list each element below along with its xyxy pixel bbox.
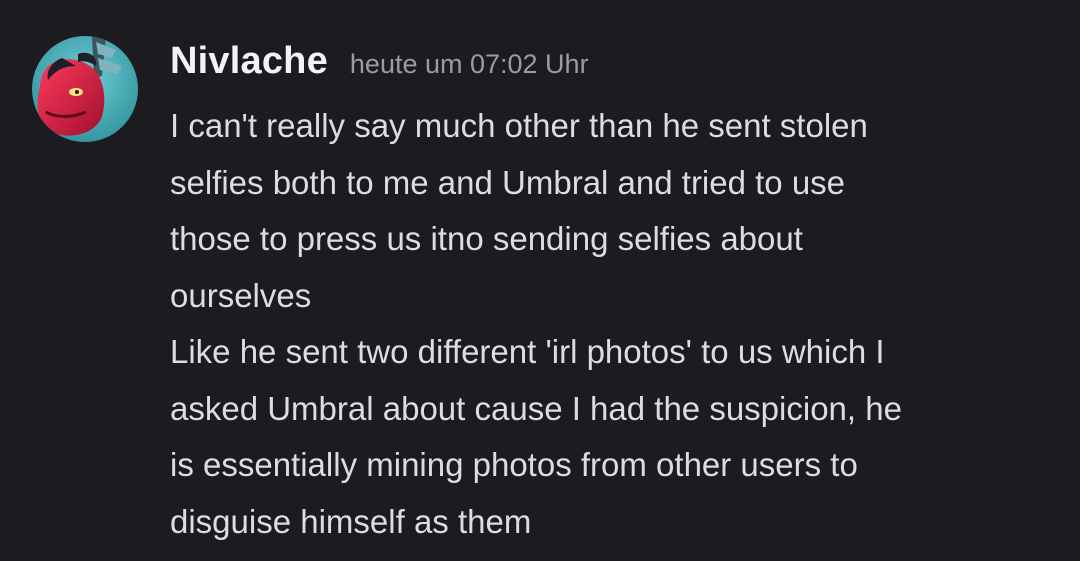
message-line: selfies both to me and Umbral and tried … — [170, 163, 846, 201]
user-avatar[interactable] — [32, 36, 138, 142]
message-line: is essentially mining photos from other … — [170, 446, 858, 483]
message-line: I can't really say much other than he se… — [170, 107, 868, 144]
message-timestamp[interactable]: heute um 07:02 Uhr — [350, 49, 589, 80]
message-line: Like he sent two different 'irl photos' … — [170, 333, 885, 370]
message-header: Nivlache heute um 07:02 Uhr — [170, 40, 1060, 98]
message-line: disguise himself as them — [170, 502, 532, 540]
message-line: asked Umbral about cause I had the suspi… — [170, 389, 902, 427]
dragon-avatar-icon — [32, 36, 138, 142]
chat-message: Nivlache heute um 07:02 Uhr I can't real… — [0, 0, 1080, 561]
message-body: I can't really say much other than he se… — [170, 98, 1060, 550]
message-content: Nivlache heute um 07:02 Uhr I can't real… — [170, 40, 1060, 550]
message-line: ourselves — [170, 276, 312, 314]
username[interactable]: Nivlache — [170, 40, 328, 83]
message-line: those to press us itno sending selfies a… — [170, 220, 803, 257]
